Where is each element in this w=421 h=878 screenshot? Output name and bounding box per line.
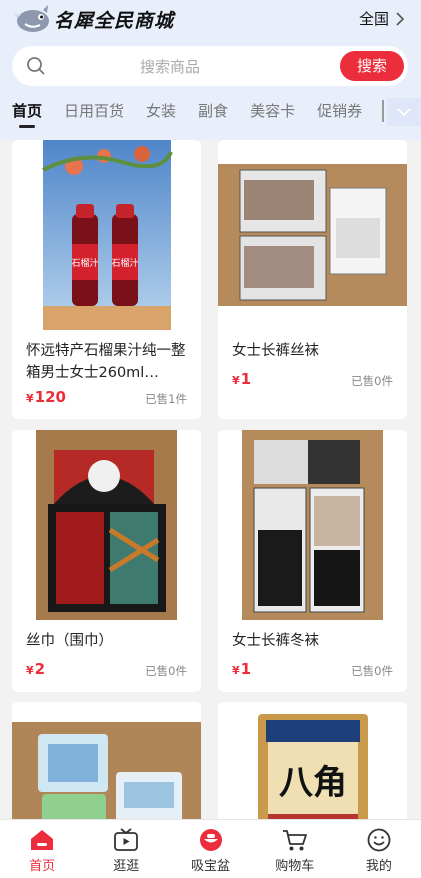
product-card[interactable]: 女士长裤丝袜 ¥1 已售0件 <box>218 140 407 419</box>
winter-tights-image <box>242 430 383 620</box>
product-image <box>12 702 201 819</box>
product-card[interactable]: 女士长裤冬袜 ¥1 已售0件 <box>218 430 407 692</box>
product-card[interactable]: 丝巾（围巾） ¥2 已售0件 <box>12 430 201 692</box>
expand-tabs-button[interactable] <box>387 98 421 126</box>
home-icon <box>31 830 54 850</box>
nav-browse[interactable]: 逛逛 <box>84 820 168 878</box>
nav-profile-label: 我的 <box>365 859 392 874</box>
tissue-packs-image <box>12 722 201 819</box>
search-button[interactable]: 搜索 <box>340 51 404 81</box>
product-card[interactable] <box>12 702 201 819</box>
price-value: 120 <box>34 388 66 406</box>
nav-cart-label: 购物车 <box>275 859 315 874</box>
nav-home[interactable]: 首页 <box>0 820 84 878</box>
search-bar[interactable]: 搜索商品 搜索 <box>12 46 408 86</box>
currency-symbol: ¥ <box>232 374 240 387</box>
nav-home-label: 首页 <box>29 859 56 874</box>
product-image: 石榴汁 石榴汁 <box>12 140 201 330</box>
product-image <box>218 140 407 330</box>
product-image: 八角 <box>218 702 407 819</box>
region-label: 全国 <box>358 10 389 28</box>
price-value: 2 <box>34 660 46 678</box>
product-price: ¥120 <box>26 388 66 406</box>
package-label-text: 八角 <box>279 763 347 803</box>
header: 名犀全民商城 全国 搜索商品 搜索 首页 日用百货 女装 副食 美容卡 促销券 <box>0 0 421 140</box>
chevron-down-icon <box>397 108 411 117</box>
currency-symbol: ¥ <box>26 664 34 677</box>
treasure-bowl-icon <box>199 829 222 851</box>
sold-count: 已售0件 <box>351 664 393 678</box>
tab-daily-goods[interactable]: 日用百货 <box>64 96 124 128</box>
bottle-label-text: 石榴汁 <box>71 257 98 269</box>
tab-womens-clothing[interactable]: 女装 <box>146 96 176 128</box>
product-title: 怀远特产石榴果汁纯一整箱男士女士260ml… <box>26 343 186 381</box>
chevron-right-icon <box>396 11 405 26</box>
nav-profile[interactable]: 我的 <box>337 820 421 878</box>
sold-count: 已售1件 <box>145 392 187 406</box>
tab-divider <box>382 100 384 122</box>
product-title: 丝巾（围巾） <box>26 633 113 649</box>
app-logo: 名犀全民商城 <box>12 4 174 34</box>
product-card[interactable]: 八角 <box>218 702 407 819</box>
product-title: 女士长裤冬袜 <box>232 633 319 649</box>
cart-icon <box>282 830 307 851</box>
pantyhose-image <box>218 164 407 306</box>
product-grid: 石榴汁 石榴汁 怀远特产石榴果汁纯一整箱男士女士260ml… ¥120 已售1件 <box>0 140 421 819</box>
tab-promo-coupons[interactable]: 促销券 <box>317 96 362 128</box>
bottle-label-text: 石榴汁 <box>111 257 138 269</box>
bottom-nav: 首页 逛逛 吸宝盆 购物车 我的 <box>0 819 421 878</box>
product-image <box>218 430 407 620</box>
search-input[interactable]: 搜索商品 <box>12 56 328 77</box>
pomegranate-juice-image: 石榴汁 石榴汁 <box>42 140 173 330</box>
product-image <box>12 430 201 620</box>
product-price: ¥1 <box>232 370 251 388</box>
nav-cart[interactable]: 购物车 <box>253 820 337 878</box>
region-selector[interactable]: 全国 <box>359 8 405 29</box>
silk-scarf-image <box>36 430 177 620</box>
price-value: 1 <box>240 370 252 388</box>
nav-treasure-bowl[interactable]: 吸宝盆 <box>168 820 252 878</box>
app-name: 名犀全民商城 <box>54 9 175 32</box>
nav-treasure-bowl-label: 吸宝盆 <box>191 859 231 874</box>
sold-count: 已售0件 <box>145 664 187 678</box>
nav-browse-label: 逛逛 <box>113 859 140 874</box>
product-card[interactable]: 石榴汁 石榴汁 怀远特产石榴果汁纯一整箱男士女士260ml… ¥120 已售1件 <box>12 140 201 419</box>
category-tabs: 首页 日用百货 女装 副食 美容卡 促销券 <box>12 96 382 132</box>
sold-count: 已售0件 <box>351 374 393 388</box>
tab-groceries[interactable]: 副食 <box>198 96 228 128</box>
play-video-icon <box>114 828 139 851</box>
star-anise-image: 八角 <box>258 714 368 819</box>
currency-symbol: ¥ <box>232 664 240 677</box>
tab-beauty-card[interactable]: 美容卡 <box>250 96 295 128</box>
smile-profile-icon <box>367 828 391 852</box>
currency-symbol: ¥ <box>26 392 34 405</box>
tab-home[interactable]: 首页 <box>12 96 42 128</box>
product-price: ¥1 <box>232 660 251 678</box>
rhino-mascot-icon <box>13 5 49 32</box>
product-price: ¥2 <box>26 660 45 678</box>
price-value: 1 <box>240 660 252 678</box>
product-title: 女士长裤丝袜 <box>232 343 319 359</box>
